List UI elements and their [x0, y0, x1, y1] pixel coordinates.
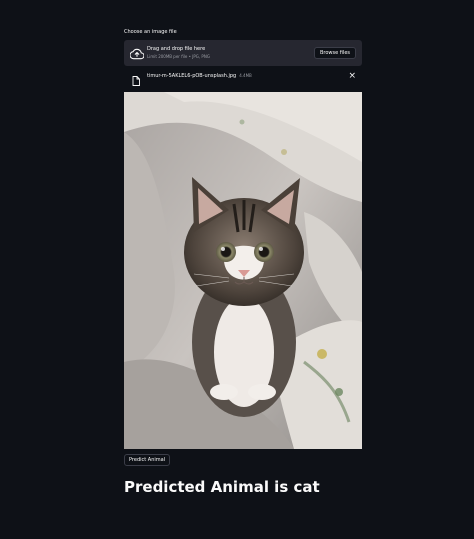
predict-animal-button[interactable]: Predict Animal [124, 454, 171, 466]
file-size: 4.4MB [239, 73, 252, 78]
uploader-label: Choose an image file [124, 29, 177, 35]
drop-title: Drag and drop file here [147, 46, 206, 52]
drop-hint: Limit 200MB per file • JPG, PNG [147, 54, 210, 59]
kitten-photo [124, 92, 362, 449]
prediction-result: Predicted Animal is cat [124, 478, 320, 496]
file-name: timur-m-5AKLEL6-pOB-unsplash.jpg 4.4MB [147, 73, 252, 79]
app-root: Choose an image file Drag and drop file … [0, 0, 474, 539]
browse-files-button[interactable]: Browse files [313, 47, 356, 59]
file-icon [132, 71, 140, 86]
file-dropzone[interactable]: Drag and drop file here Limit 200MB per … [124, 40, 362, 66]
close-icon[interactable]: × [348, 70, 356, 82]
file-name-text: timur-m-5AKLEL6-pOB-unsplash.jpg [147, 73, 237, 79]
uploaded-image [124, 92, 362, 449]
cloud-upload-icon [129, 46, 145, 60]
uploaded-file-row: timur-m-5AKLEL6-pOB-unsplash.jpg 4.4MB × [124, 69, 362, 86]
